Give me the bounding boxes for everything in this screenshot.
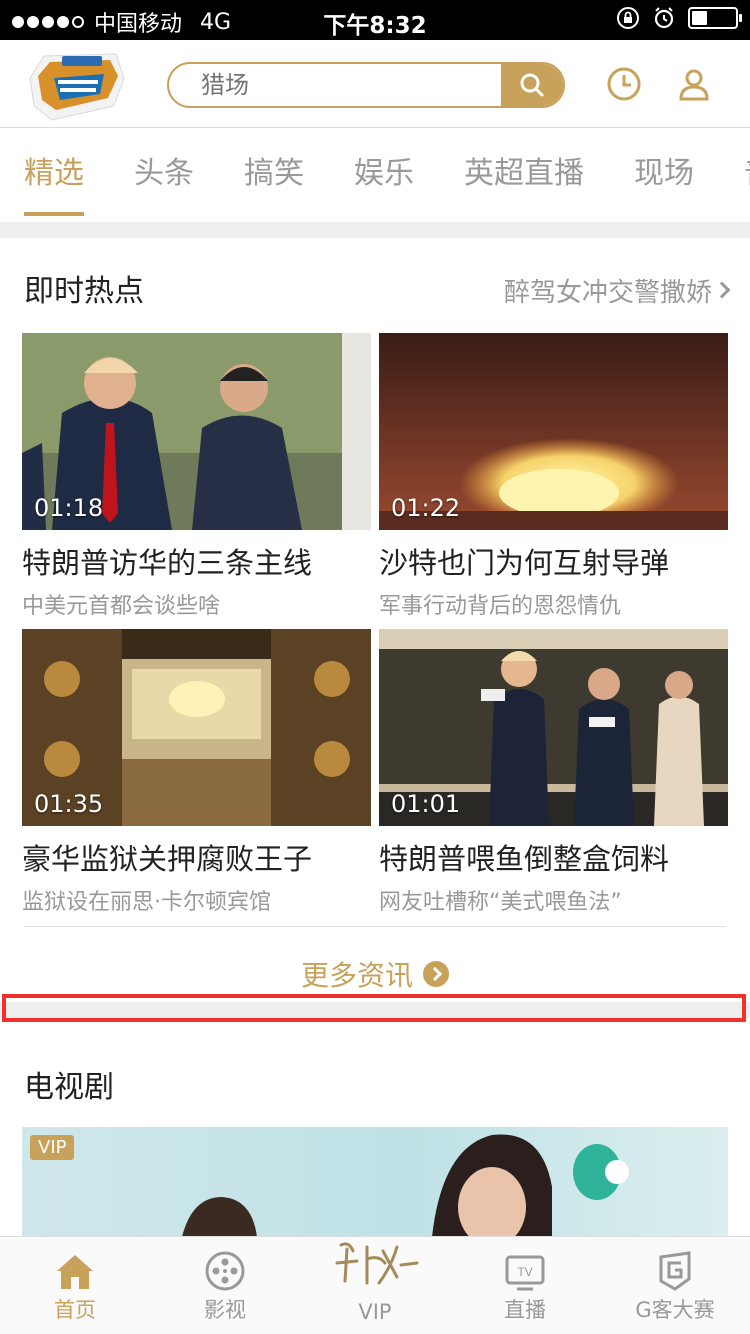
history-button[interactable] bbox=[604, 64, 644, 104]
nav-gke-label: G客大赛 bbox=[635, 1298, 715, 1322]
top-header bbox=[0, 40, 750, 128]
clock-icon bbox=[607, 67, 641, 101]
video-duration: 01:35 bbox=[34, 790, 104, 818]
tv-section-title: 电视剧 bbox=[24, 1070, 114, 1105]
film-reel-icon bbox=[205, 1251, 245, 1291]
g-shield-icon bbox=[659, 1251, 691, 1291]
vip-badge: VIP bbox=[30, 1135, 75, 1160]
video-thumbnail[interactable]: 01:35 bbox=[22, 629, 371, 826]
nav-live-label: 直播 bbox=[504, 1298, 546, 1322]
home-icon bbox=[57, 1255, 93, 1289]
video-subtitle: 监狱设在丽思·卡尔顿宾馆 bbox=[22, 890, 271, 915]
tab-toutiao[interactable]: 头条 bbox=[134, 128, 194, 222]
tab-yingchao[interactable]: 英超直播 bbox=[464, 128, 584, 222]
video-duration: 01:22 bbox=[391, 494, 461, 522]
tv-banner-image bbox=[182, 1134, 629, 1237]
nav-home[interactable]: 首页 bbox=[0, 1237, 150, 1334]
video-thumbnail[interactable]: 01:22 bbox=[379, 333, 728, 530]
alarm-icon bbox=[654, 7, 674, 29]
video-duration: 01:01 bbox=[391, 790, 461, 818]
highlight-box bbox=[2, 994, 746, 1022]
video-subtitle: 网友吐槽称“美式喂鱼法” bbox=[379, 890, 622, 915]
nav-vip-label: VIP bbox=[358, 1300, 392, 1324]
tv-icon: TV bbox=[505, 1255, 545, 1291]
video-card[interactable]: 01:01 特朗普喂鱼倒整盒饲料 网友吐槽称“美式喂鱼法” bbox=[379, 629, 728, 916]
section-separator bbox=[0, 222, 750, 238]
search-button[interactable] bbox=[501, 64, 563, 106]
video-duration: 01:18 bbox=[34, 494, 104, 522]
search-input[interactable] bbox=[169, 64, 501, 106]
section-divider bbox=[24, 926, 726, 927]
profile-button[interactable] bbox=[674, 64, 714, 104]
video-title[interactable]: 沙特也门为何互射导弹 bbox=[379, 540, 728, 582]
video-thumbnail[interactable]: 01:18 bbox=[22, 333, 371, 530]
video-title[interactable]: 特朗普喂鱼倒整盒饲料 bbox=[379, 836, 728, 878]
lie-chang-logo-icon bbox=[335, 1242, 419, 1285]
battery-icon bbox=[688, 7, 742, 29]
hot-section-title: 即时热点 bbox=[24, 274, 144, 309]
chevron-right-icon[interactable] bbox=[713, 281, 731, 299]
nav-vip[interactable]: VIP bbox=[300, 1237, 450, 1334]
video-subtitle: 中美元首都会谈些啥 bbox=[22, 594, 221, 619]
tab-jingxuan[interactable]: 精选 bbox=[24, 128, 84, 222]
circle-arrow-right-icon bbox=[423, 961, 449, 987]
hot-section-link[interactable]: 醉驾女冲交警撒娇 bbox=[504, 272, 712, 309]
video-title[interactable]: 豪华监狱关押腐败王子 bbox=[22, 836, 371, 878]
user-icon bbox=[679, 69, 709, 101]
status-bar: 中国移动 4G 下午8:32 bbox=[0, 0, 750, 40]
tab-xianchang[interactable]: 现场 bbox=[634, 128, 694, 222]
tv-banner[interactable]: VIP bbox=[22, 1127, 728, 1237]
app-logo[interactable] bbox=[24, 48, 128, 124]
svg-text:TV: TV bbox=[517, 1265, 532, 1279]
nav-movies-label: 影视 bbox=[204, 1298, 246, 1322]
search-bar[interactable] bbox=[167, 62, 565, 108]
tab-more[interactable]: 普 bbox=[744, 128, 750, 222]
video-card[interactable]: 01:18 特朗普访华的三条主线 中美元首都会谈些啥 bbox=[22, 333, 371, 620]
category-tabs: 精选 头条 搞笑 娱乐 英超直播 现场 普 bbox=[0, 128, 750, 222]
nav-movies[interactable]: 影视 bbox=[150, 1237, 300, 1334]
tab-yule[interactable]: 娱乐 bbox=[354, 128, 414, 222]
tab-gaoxiao[interactable]: 搞笑 bbox=[244, 128, 304, 222]
nav-home-label: 首页 bbox=[54, 1298, 96, 1322]
video-subtitle: 军事行动背后的恩怨情仇 bbox=[379, 594, 622, 619]
video-title[interactable]: 特朗普访华的三条主线 bbox=[22, 540, 371, 582]
nav-live[interactable]: TV 直播 bbox=[450, 1237, 600, 1334]
rotation-lock-icon bbox=[617, 7, 639, 29]
bottom-nav: 首页 影视 VIP TV 直播 G客大赛 bbox=[0, 1236, 750, 1334]
search-icon bbox=[520, 73, 544, 97]
video-card[interactable]: 01:22 沙特也门为何互射导弹 军事行动背后的恩怨情仇 bbox=[379, 333, 728, 620]
more-news-link[interactable]: 更多资讯 bbox=[0, 954, 750, 994]
video-thumbnail[interactable]: 01:01 bbox=[379, 629, 728, 826]
more-news-label: 更多资讯 bbox=[300, 959, 413, 992]
nav-gke-contest[interactable]: G客大赛 bbox=[600, 1237, 750, 1334]
video-card[interactable]: 01:35 豪华监狱关押腐败王子 监狱设在丽思·卡尔顿宾馆 bbox=[22, 629, 371, 916]
